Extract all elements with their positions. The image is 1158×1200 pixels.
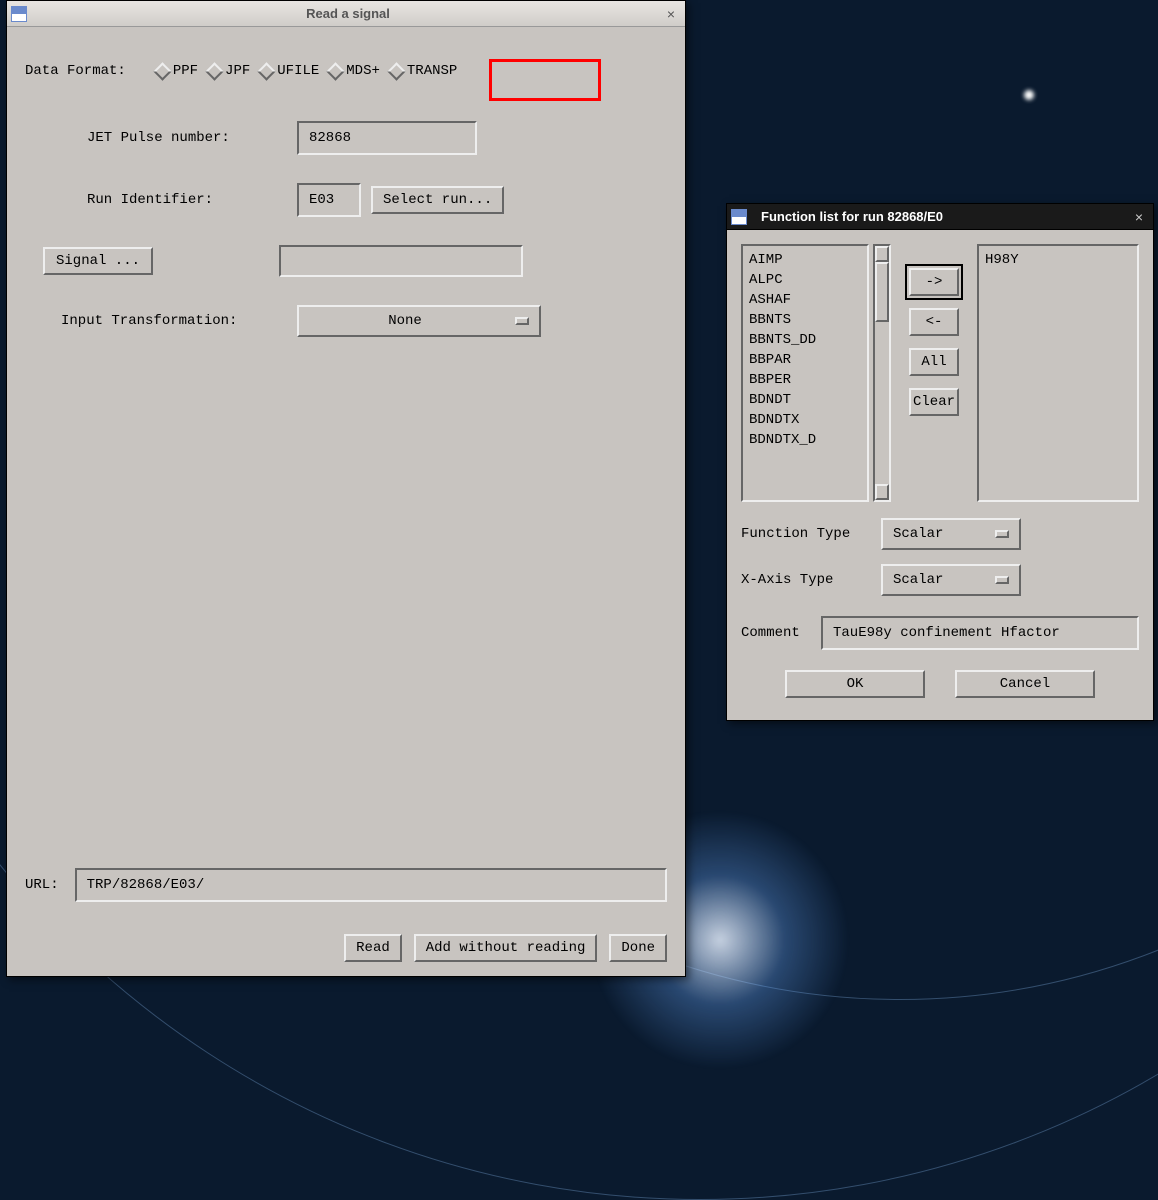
window-icon (731, 209, 747, 225)
read-button[interactable]: Read (344, 934, 402, 962)
comment-input[interactable] (821, 616, 1139, 650)
radio-ufile[interactable]: UFILE (260, 63, 319, 79)
titlebar[interactable]: Read a signal × (7, 1, 685, 27)
run-identifier-input[interactable] (297, 183, 361, 217)
data-format-label: Data Format: (25, 63, 126, 79)
list-item[interactable]: BDNDT (749, 390, 861, 410)
x-axis-type-dropdown[interactable]: Scalar (881, 564, 1021, 596)
list-item[interactable]: BBNTS_DD (749, 330, 861, 350)
scroll-up-icon[interactable] (875, 246, 889, 262)
list-item[interactable]: BDNDTX (749, 410, 861, 430)
select-run-button[interactable]: Select run... (371, 186, 504, 214)
radio-transp[interactable]: TRANSP (390, 63, 457, 79)
dialog-body: Data Format: PPF JPF UFILE MDS+ TRANSP J… (7, 27, 685, 976)
signal-button[interactable]: Signal ... (43, 247, 153, 275)
url-input[interactable] (75, 868, 667, 902)
list-item[interactable]: ALPC (749, 270, 861, 290)
scroll-down-icon[interactable] (875, 484, 889, 500)
signal-input[interactable] (279, 245, 523, 277)
add-without-reading-button[interactable]: Add without reading (414, 934, 598, 962)
function-type-label: Function Type (741, 526, 881, 542)
diamond-icon (387, 62, 405, 80)
diamond-icon (327, 62, 345, 80)
dropdown-handle-icon (995, 530, 1009, 538)
list-item[interactable]: BDNDTX_D (749, 430, 861, 450)
dropdown-handle-icon (515, 317, 529, 325)
dialog-body: AIMPALPCASHAFBBNTSBBNTS_DDBBPARBBPERBDND… (727, 230, 1153, 720)
diamond-icon (258, 62, 276, 80)
list-item[interactable]: BBNTS (749, 310, 861, 330)
move-left-button[interactable]: <- (909, 308, 959, 336)
titlebar[interactable]: Function list for run 82868/E0 × (727, 204, 1153, 230)
list-item[interactable]: BBPER (749, 370, 861, 390)
pulse-number-input[interactable] (297, 121, 477, 155)
list-item[interactable]: ASHAF (749, 290, 861, 310)
window-icon (11, 6, 27, 22)
bg-dot (1024, 90, 1034, 100)
input-transform-dropdown[interactable]: None (297, 305, 541, 337)
cancel-button[interactable]: Cancel (955, 670, 1095, 698)
list-item[interactable]: H98Y (985, 250, 1131, 270)
read-signal-dialog: Read a signal × Data Format: PPF JPF UFI… (6, 0, 686, 977)
window-title: Read a signal (35, 6, 661, 21)
done-button[interactable]: Done (609, 934, 667, 962)
ok-button[interactable]: OK (785, 670, 925, 698)
list-item[interactable]: AIMP (749, 250, 861, 270)
radio-ppf[interactable]: PPF (156, 63, 198, 79)
diamond-icon (205, 62, 223, 80)
function-list-dialog: Function list for run 82868/E0 × AIMPALP… (726, 203, 1154, 721)
clear-button[interactable]: Clear (909, 388, 959, 416)
all-button[interactable]: All (909, 348, 959, 376)
list-item[interactable]: BBPAR (749, 350, 861, 370)
dropdown-handle-icon (995, 576, 1009, 584)
x-axis-type-label: X-Axis Type (741, 572, 881, 588)
function-type-dropdown[interactable]: Scalar (881, 518, 1021, 550)
run-identifier-label: Run Identifier: (87, 192, 247, 208)
selected-functions-list[interactable]: H98Y (977, 244, 1139, 502)
radio-mds[interactable]: MDS+ (329, 63, 380, 79)
scroll-thumb[interactable] (875, 262, 889, 322)
comment-label: Comment (741, 625, 821, 641)
pulse-number-label: JET Pulse number: (87, 130, 247, 146)
url-label: URL: (25, 877, 59, 893)
window-title: Function list for run 82868/E0 (755, 204, 1129, 229)
available-functions-list[interactable]: AIMPALPCASHAFBBNTSBBNTS_DDBBPARBBPERBDND… (741, 244, 869, 502)
input-transform-label: Input Transformation: (61, 313, 261, 329)
close-icon[interactable]: × (661, 5, 681, 23)
radio-jpf[interactable]: JPF (208, 63, 250, 79)
scrollbar[interactable] (873, 244, 891, 502)
close-icon[interactable]: × (1129, 208, 1149, 226)
move-right-button[interactable]: -> (909, 268, 959, 296)
highlight-annotation (489, 59, 601, 101)
diamond-icon (153, 62, 171, 80)
